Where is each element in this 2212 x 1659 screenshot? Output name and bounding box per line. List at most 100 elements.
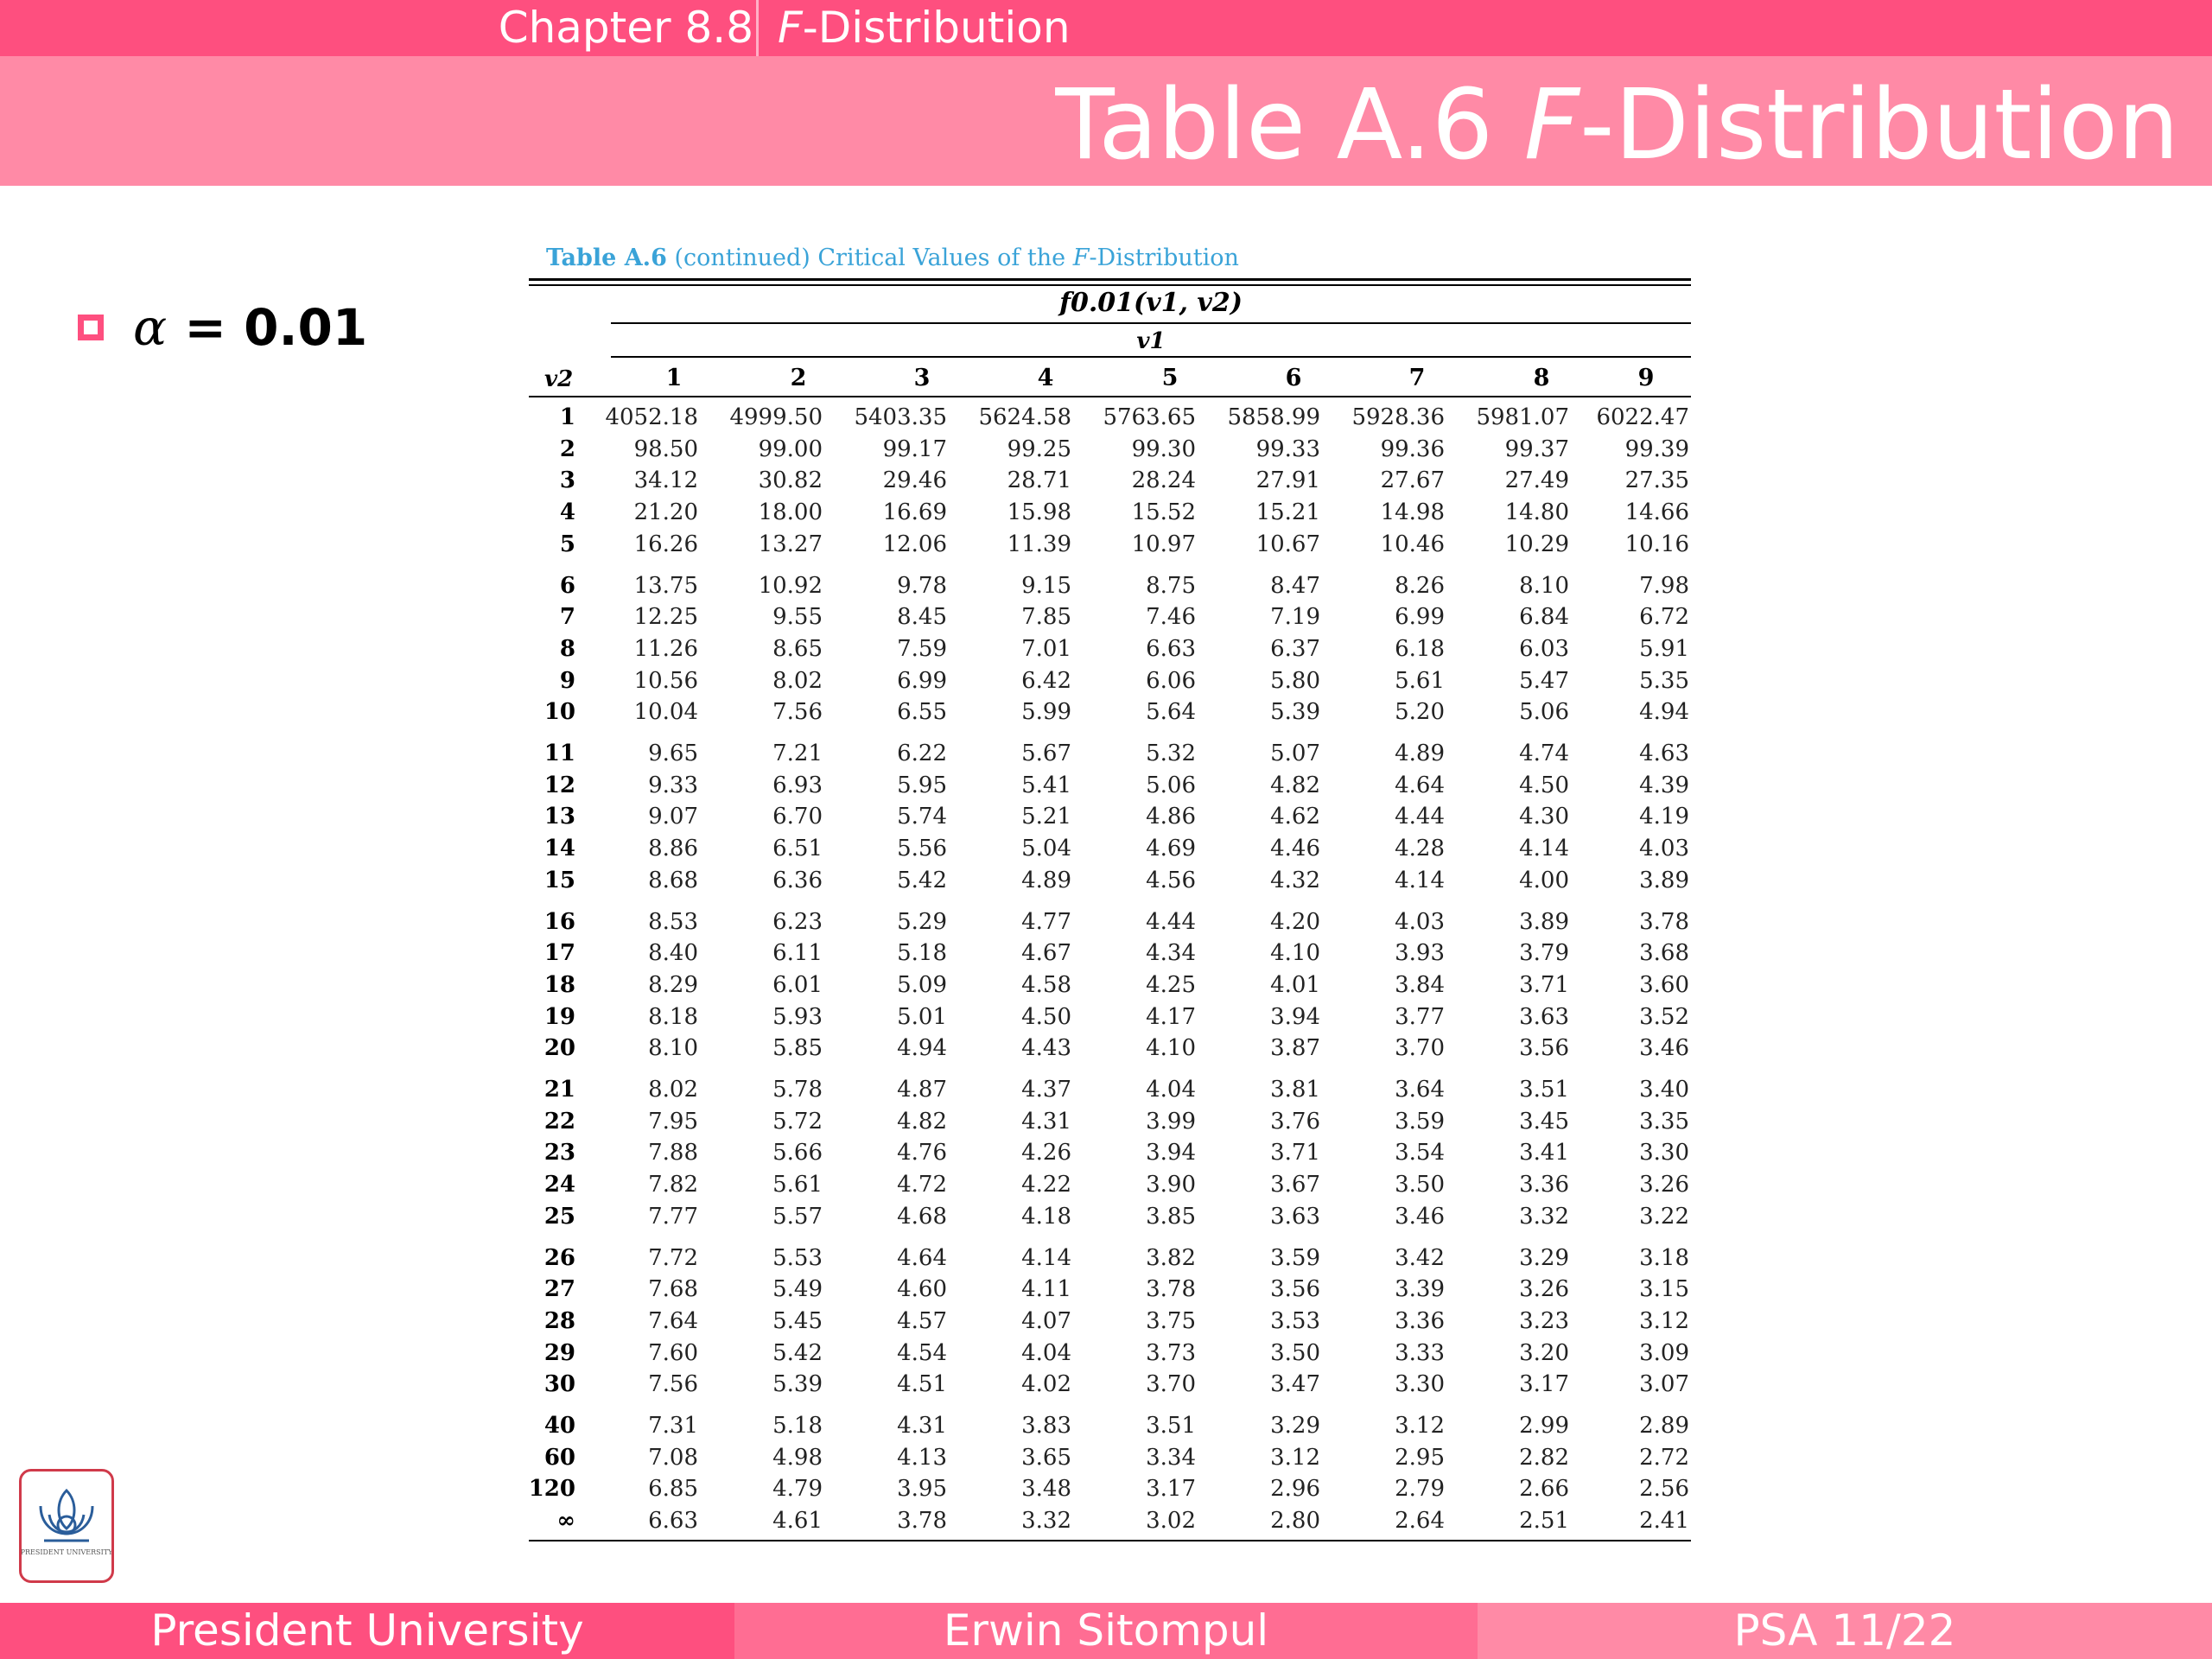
- table-row: 27 7.68 5.49 4.60 4.11 3.78 3.56 3.39 3.26 3.15: [0, 1274, 2212, 1305]
- table-cell: 3.18: [1639, 1244, 1689, 1271]
- v1-header-rule: [611, 356, 1691, 358]
- table-row: 17 8.40 6.11 5.18 4.67 4.34 4.10 3.93 3.79 3.68: [0, 938, 2212, 969]
- table-row: 9 10.56 8.02 6.99 6.42 6.06 5.80 5.61 5.47 5.35: [0, 665, 2212, 696]
- footer-page: PSA 11/22: [1478, 1603, 2212, 1659]
- table-cell: 5.35: [1639, 667, 1689, 694]
- table-top-rule-2: [529, 284, 1691, 286]
- table-row: 1 4052.18 4999.50 5403.35 5624.58 5763.65 5858…: [0, 402, 2212, 433]
- university-logo: PRESIDENT UNIVERSITY: [19, 1469, 114, 1583]
- table-cell: 2.89: [1639, 1413, 1689, 1439]
- table-cell: 3.35: [1639, 1108, 1689, 1135]
- v1-header: v1: [1136, 328, 1166, 354]
- slide-title: Table A.6 F-Distribution: [1055, 56, 2179, 194]
- table-cell: 3.40: [1639, 1077, 1689, 1103]
- table-row: 23 7.88 5.66 4.76 4.26 3.94 3.71 3.54 3.41 3.30: [0, 1137, 2212, 1168]
- logo-text: PRESIDENT UNIVERSITY: [22, 1548, 111, 1556]
- table-row: 15 8.68 6.36 5.42 4.89 4.56 4.32 4.14 4.00 3.89: [0, 865, 2212, 896]
- table-caption: Table A.6 (continued) Critical Values of…: [546, 245, 1239, 271]
- table-row: 22 7.95 5.72 4.82 4.31 3.99 3.76 3.59 3.45 3.35: [0, 1106, 2212, 1137]
- table-row: 11 9.65 7.21 6.22 5.67 5.32 5.07 4.89 4.74 4.63: [0, 738, 2212, 769]
- header-bar: Chapter 8.8 F-Distribution: [0, 0, 2212, 56]
- table-row: 12 9.33 6.93 5.95 5.41 5.06 4.82 4.64 4.50 4.39: [0, 770, 2212, 801]
- table-cell: 3.09: [1639, 1339, 1689, 1366]
- table-bottom-rule: [529, 1540, 1691, 1542]
- table-row: 40 7.31 5.18 4.31 3.83 3.51 3.29 3.12 2.99 2.89: [0, 1410, 2212, 1441]
- table-cell: 3.78: [1639, 908, 1689, 935]
- footer-university: President University: [0, 1603, 734, 1659]
- table-cell: 10.16: [1624, 531, 1689, 557]
- table-row: 7 12.25 9.55 8.45 7.85 7.46 7.19 6.99 6.84 6.72: [0, 601, 2212, 632]
- title-rest: -Distribution: [1580, 69, 2179, 181]
- table-row: 2 98.50 99.00 99.17 99.25 99.30 99.33 99.36 99.3…: [0, 434, 2212, 465]
- table-cell: 2.41: [1639, 1508, 1689, 1535]
- bullet-text: α = 0.01: [133, 298, 367, 357]
- table-row: 120 6.85 4.79 3.95 3.48 3.17 2.96 2.79 2.66 2.56: [0, 1473, 2212, 1504]
- table-cell: 3.46: [1639, 1035, 1689, 1062]
- column-header-label: 7: [1408, 365, 1426, 391]
- table-row: 10 10.04 7.56 6.55 5.99 5.64 5.39 5.20 5.06 4.94: [0, 696, 2212, 728]
- f-header: f0.01(v1, v2): [1059, 288, 1243, 318]
- table-row: 8 11.26 8.65 7.59 7.01 6.63 6.37 6.18 6.03 5.91: [0, 633, 2212, 664]
- header-bottom-rule: [529, 396, 1691, 397]
- table-row: 21 8.02 5.78 4.87 4.37 4.04 3.81 3.64 3.51 3.40: [0, 1074, 2212, 1105]
- lotus-logo-icon: PRESIDENT UNIVERSITY: [21, 1488, 113, 1556]
- table-row: 26 7.72 5.53 4.64 4.14 3.82 3.59 3.42 3.29 3.18: [0, 1243, 2212, 1274]
- table-cell: 3.89: [1639, 867, 1689, 893]
- column-header-label: 4: [1037, 365, 1054, 391]
- table-cell: 6022.47: [1596, 404, 1689, 430]
- table-row: ∞ 6.63 4.61 3.78 3.32 3.02 2.80 2.64 2.51 2.41: [0, 1505, 2212, 1536]
- table-cell: 3.22: [1639, 1203, 1689, 1230]
- table-cell: 99.39: [1624, 435, 1689, 462]
- column-header-label: 5: [1161, 365, 1179, 391]
- header-divider: [756, 0, 759, 56]
- table-cell: 4.03: [1639, 836, 1689, 862]
- topic-label: F-Distribution: [778, 0, 1071, 56]
- title-var: F: [1523, 69, 1580, 181]
- caption-rest: -Distribution: [1089, 245, 1239, 271]
- f-header-rule: [611, 322, 1691, 324]
- table-cell: 14.66: [1624, 499, 1689, 526]
- table-cell: 4.94: [1639, 699, 1689, 726]
- title-prefix: Table A.6: [1055, 69, 1524, 181]
- bullet-square-icon: [78, 315, 104, 340]
- table-cell: 2.56: [1639, 1476, 1689, 1503]
- table-cell: 4.39: [1639, 772, 1689, 798]
- table-cell: 3.26: [1639, 1172, 1689, 1198]
- table-row: 20 8.10 5.85 4.94 4.43 4.10 3.87 3.70 3.56 3.46: [0, 1033, 2212, 1064]
- table-row: 60 7.08 4.98 4.13 3.65 3.34 3.12 2.95 2.82 2.72: [0, 1442, 2212, 1473]
- table-cell: 3.52: [1639, 1003, 1689, 1030]
- table-row: 6 13.75 10.92 9.78 9.15 8.75 8.47 8.26 8.10 7.98: [0, 570, 2212, 601]
- column-header-label: 8: [1533, 365, 1550, 391]
- table-cell: 4.63: [1639, 741, 1689, 766]
- column-header-label: 3: [913, 365, 931, 391]
- caption-mid: (continued) Critical Values of the: [666, 245, 1073, 271]
- table-row: 5 16.26 13.27 12.06 11.39 10.97 10.67 10.46 10.2…: [0, 529, 2212, 560]
- table-cell: 5.91: [1639, 635, 1689, 662]
- table-row: 28 7.64 5.45 4.57 4.07 3.75 3.53 3.36 3.23 3.12: [0, 1306, 2212, 1337]
- footer-author: Erwin Sitompul: [734, 1603, 1478, 1659]
- table-row: 3 34.12 30.82 29.46 28.71 28.24 27.91 27.67 27.4…: [0, 465, 2212, 496]
- table-cell: 27.35: [1624, 467, 1689, 494]
- table-row: 16 8.53 6.23 5.29 4.77 4.44 4.20 4.03 3.89 3.78: [0, 906, 2212, 938]
- table-row: 18 8.29 6.01 5.09 4.58 4.25 4.01 3.84 3.71 3.60: [0, 969, 2212, 1001]
- alpha-value: = 0.01: [167, 298, 368, 357]
- caption-bold: Table A.6: [546, 245, 667, 271]
- table-cell: 3.60: [1639, 971, 1689, 998]
- caption-var: F: [1072, 245, 1090, 271]
- table-cell: 2.72: [1639, 1444, 1689, 1471]
- column-header-label: 2: [790, 365, 807, 391]
- title-bar: Table A.6 F-Distribution: [0, 56, 2212, 186]
- table-cell: 3.30: [1639, 1140, 1689, 1166]
- table-cell: 3.07: [1639, 1371, 1689, 1398]
- table-cell: 4.19: [1639, 804, 1689, 830]
- table-cell: 3.15: [1639, 1276, 1689, 1303]
- table-cell: 6.72: [1639, 604, 1689, 631]
- table-row: 4 21.20 18.00 16.69 15.98 15.52 15.21 14.98 14.8…: [0, 497, 2212, 528]
- column-header-label: 6: [1285, 365, 1302, 391]
- topic-var: F: [778, 3, 803, 53]
- table-row: 14 8.86 6.51 5.56 5.04 4.69 4.46 4.28 4.14 4.03: [0, 833, 2212, 864]
- table-top-rule: [529, 278, 1691, 281]
- table-row: 24 7.82 5.61 4.72 4.22 3.90 3.67 3.50 3.36 3.26: [0, 1169, 2212, 1200]
- table-cell: 3.12: [1639, 1307, 1689, 1334]
- table-row: 13 9.07 6.70 5.74 5.21 4.86 4.62 4.44 4.30 4.19: [0, 801, 2212, 832]
